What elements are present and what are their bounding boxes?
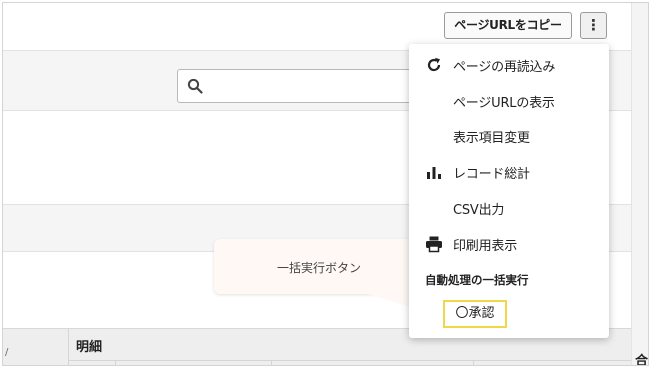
menu-item-label: 表示項目変更	[453, 131, 530, 146]
more-options-button[interactable]: ⋮	[580, 12, 607, 39]
tooltip-text: 一括実行ボタン	[276, 261, 361, 275]
menu-item-record-totals[interactable]: レコード総計	[409, 153, 609, 189]
menu-section-title: 自動処理の一括実行	[425, 273, 529, 287]
menu-item-show-url[interactable]: ページURLの表示	[409, 82, 609, 118]
approve-batch-button[interactable]: 〇承認	[443, 300, 507, 328]
menu-item-label: CSV出力	[453, 203, 505, 218]
menu-item-change-columns[interactable]: 表示項目変更	[409, 117, 609, 153]
subcolumn-divider	[271, 360, 272, 365]
subheader-divider	[69, 360, 631, 361]
printer-icon	[426, 236, 442, 253]
menu-item-label: レコード総計	[453, 167, 530, 182]
subcolumn-divider	[473, 360, 474, 365]
column-header-detail: 明細	[76, 340, 103, 355]
search-icon	[187, 78, 203, 94]
right-scroll-gutter	[631, 3, 648, 365]
menu-item-csv-export[interactable]: CSV出力	[409, 189, 609, 225]
column-header-total: 合	[635, 354, 649, 366]
menu-item-label: 印刷用表示	[453, 239, 518, 254]
subcolumn-divider	[115, 360, 116, 365]
bar-chart-icon	[427, 167, 441, 179]
app-window: ページURLをコピー ⋮ 明細 / 合 一括実行ボタン ページの再読込み ページ…	[2, 2, 649, 366]
copy-page-url-button[interactable]: ページURLをコピー	[444, 12, 572, 39]
refresh-icon	[427, 57, 441, 72]
menu-item-reload[interactable]: ページの再読込み	[409, 46, 609, 82]
more-options-menu: ページの再読込み ページURLの表示 表示項目変更 レコード総計 CSV出力 印…	[409, 44, 609, 338]
tooltip-callout: 一括実行ボタン	[214, 239, 424, 294]
menu-item-label: ページの再読込み	[453, 60, 556, 75]
menu-item-label: ページURLの表示	[453, 96, 555, 111]
column-header-left: /	[5, 347, 9, 358]
search-input[interactable]	[177, 69, 417, 103]
menu-item-print-view[interactable]: 印刷用表示	[409, 225, 609, 261]
